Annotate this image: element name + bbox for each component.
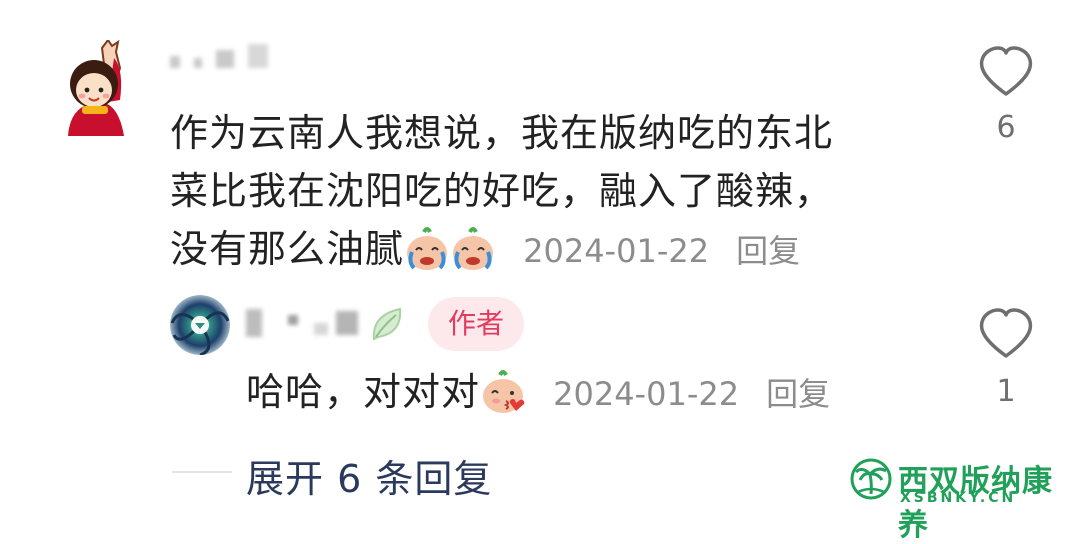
comment-like-count: 6 [996,110,1016,145]
replier-name-blurred[interactable] [246,305,416,345]
comment-reply-button[interactable]: 回复 [736,232,800,270]
expand-replies-button[interactable]: 展开 6 条回复 [246,448,492,503]
reply-like-count: 1 [996,374,1016,409]
heart-outline-icon [979,308,1033,358]
expand-divider [172,471,232,473]
comment-date: 2024-01-22 [523,232,710,270]
comment-body: 作为云南人我想说，我在版纳吃的东北 菜比我在沈阳吃的好吃，融入了酸辣， 没有那么… [170,104,930,280]
replier-avatar[interactable] [170,295,230,355]
comment-line: 菜比我在沈阳吃的好吃，融入了酸辣， [170,169,834,213]
heart-outline-icon [979,46,1033,96]
kiss-peach-emoji-icon [480,369,526,415]
reply-reply-button[interactable]: 回复 [766,375,830,413]
reply-text: 哈哈，对对对 [246,370,481,414]
comment-line: 作为云南人我想说，我在版纳吃的东北 [170,111,834,155]
crying-peach-emoji-icon [404,226,450,272]
commenter-name-blurred[interactable] [170,44,280,72]
commenter-avatar[interactable] [62,38,128,136]
watermark-subtitle: XSBNKY.CN [900,490,1017,506]
comment-line: 没有那么油腻 [170,227,405,271]
palm-tree-logo-icon [850,458,892,500]
reply-like-button[interactable] [976,306,1036,362]
leaf-icon [368,305,406,347]
reply-date: 2024-01-22 [553,375,740,413]
crying-peach-emoji-icon [450,226,496,272]
author-badge: 作者 [428,297,524,351]
reply-body: 哈哈，对对对 2024-01-22 回复 [246,365,946,421]
comment-like-button[interactable] [976,44,1036,100]
